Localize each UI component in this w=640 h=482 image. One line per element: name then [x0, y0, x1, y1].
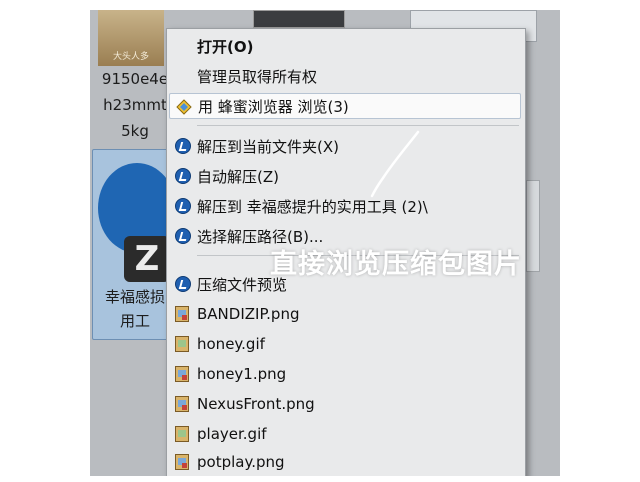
explorer-window: 大头人多 9150e4e h23mmt 5kg Z 幸福感损 用工 打开(O) …: [90, 10, 560, 476]
overlay-caption: 直接浏览压缩包图片: [270, 249, 522, 280]
